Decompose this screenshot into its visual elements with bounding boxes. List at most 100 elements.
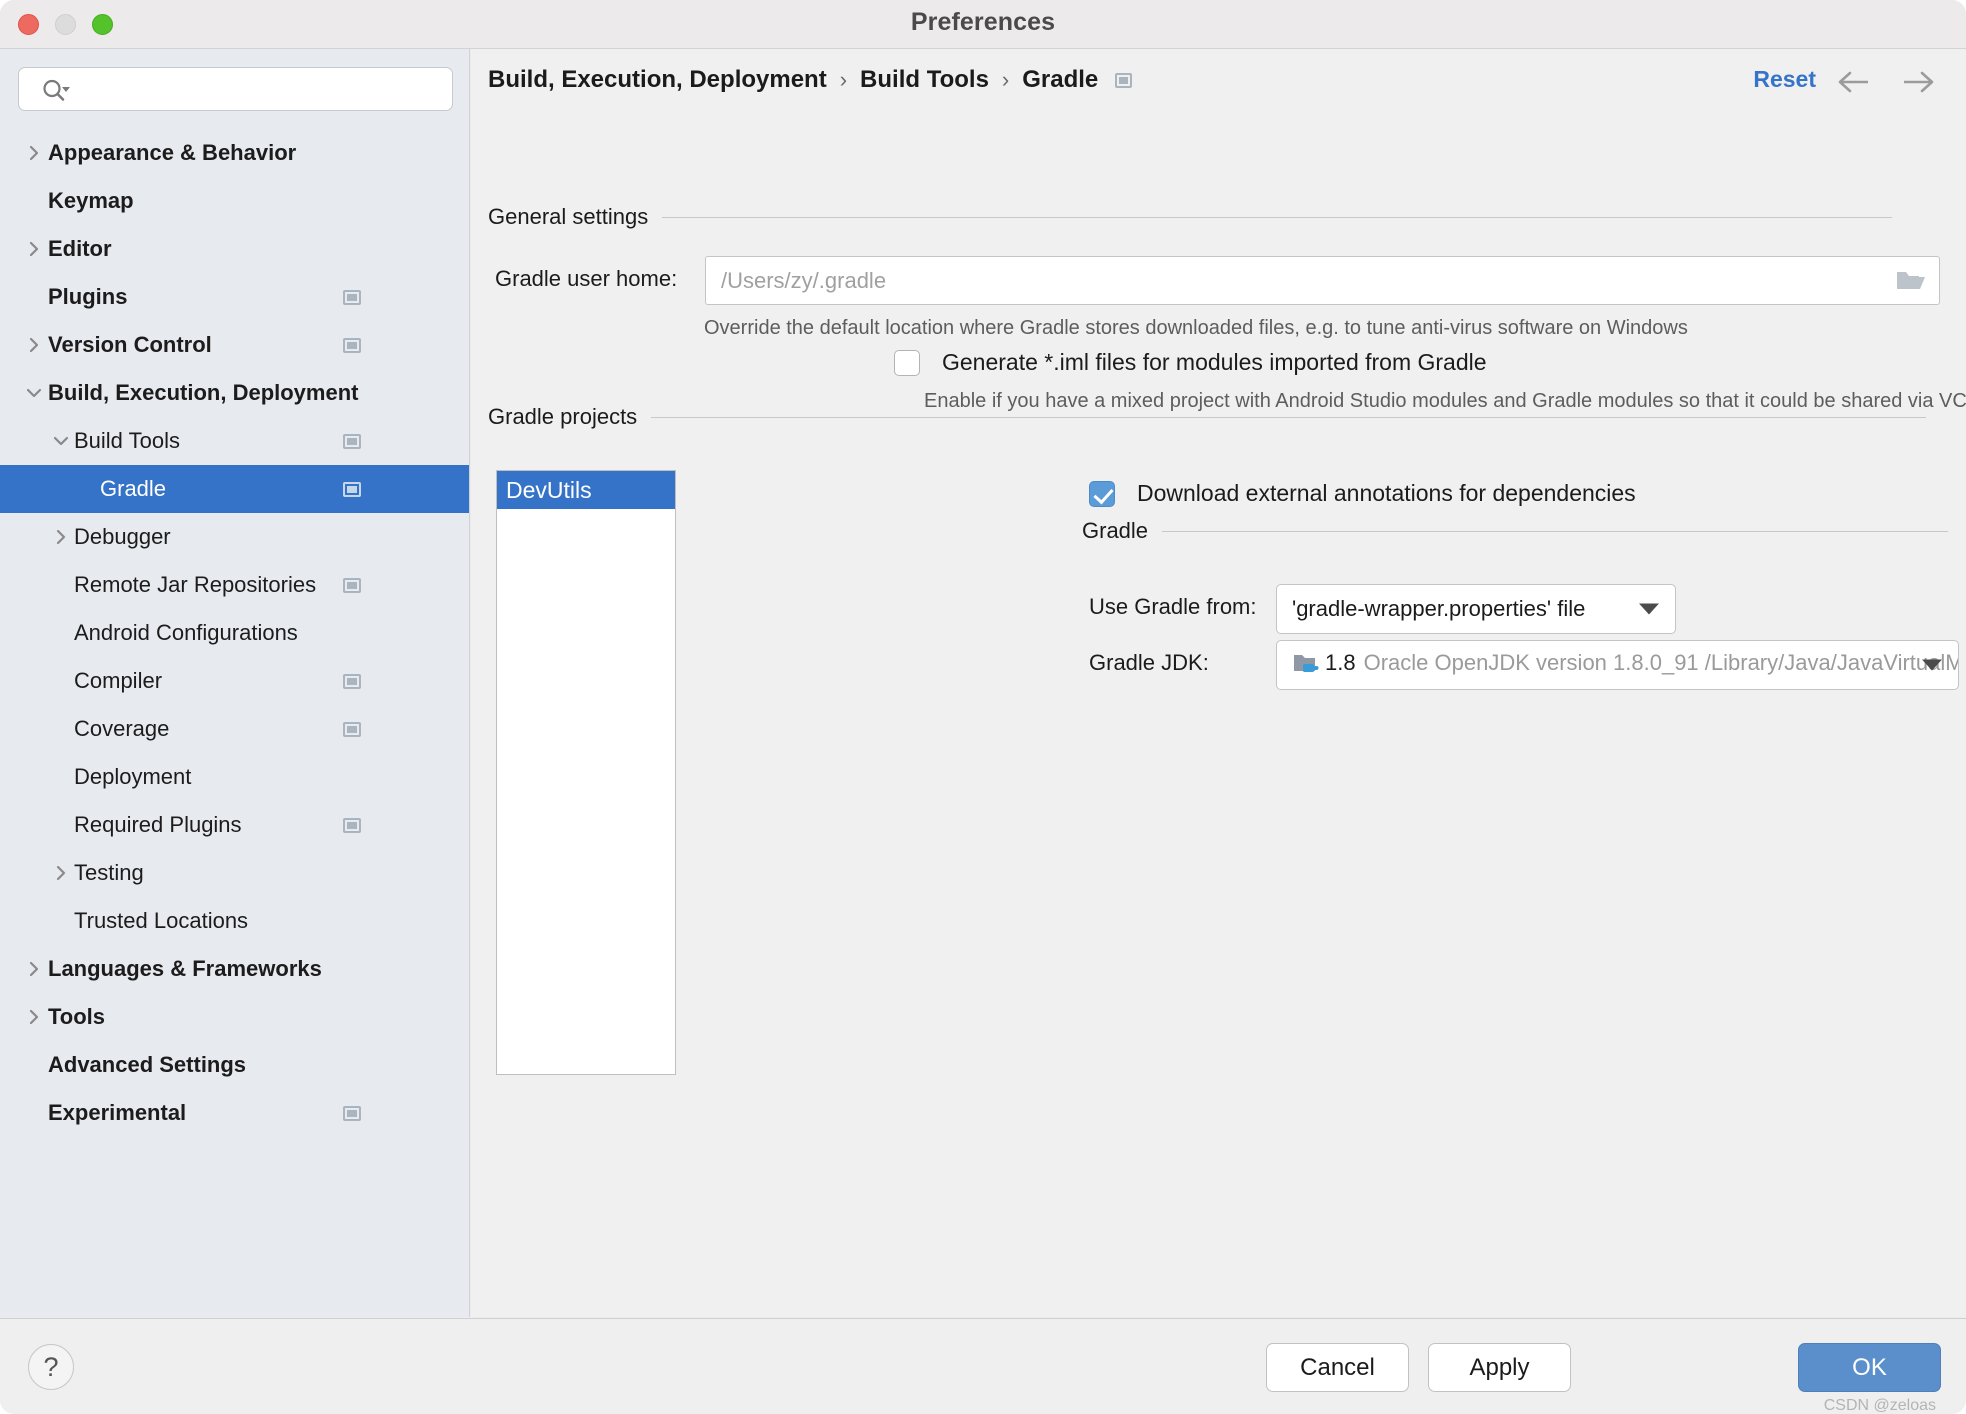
watermark: CSDN @zeloas xyxy=(1823,1397,1936,1414)
gradle-user-home-input[interactable] xyxy=(706,257,1939,304)
gradle-jdk-version: 1.8 xyxy=(1325,649,1356,675)
project-scope-icon xyxy=(343,1106,361,1121)
sidebar-item-testing[interactable]: Testing xyxy=(0,849,469,897)
search-box[interactable] xyxy=(18,67,453,111)
gradle-projects-title: Gradle projects xyxy=(488,404,638,429)
chevron-right-icon[interactable] xyxy=(23,945,45,993)
project-scope-icon xyxy=(343,290,361,305)
use-gradle-from-label: Use Gradle from: xyxy=(1089,594,1257,619)
help-button[interactable]: ? xyxy=(28,1344,74,1390)
sidebar-item-label: Gradle xyxy=(100,476,167,501)
sidebar-item-label: Build Tools xyxy=(74,428,180,453)
sidebar-item-build-tools[interactable]: Build Tools xyxy=(0,417,469,465)
section-divider xyxy=(651,416,1927,418)
sidebar-item-deployment[interactable]: Deployment xyxy=(0,753,469,801)
sidebar-item-advanced-settings[interactable]: Advanced Settings xyxy=(0,1041,469,1089)
download-annotations-checkbox-row[interactable]: Download external annotations for depend… xyxy=(1089,480,1636,507)
search-input[interactable] xyxy=(79,68,439,110)
sidebar-item-gradle[interactable]: Gradle xyxy=(0,465,469,513)
sidebar-item-android-configurations[interactable]: Android Configurations xyxy=(0,609,469,657)
sidebar-item-label: Trusted Locations xyxy=(74,908,249,933)
chevron-down-icon[interactable] xyxy=(23,369,45,417)
sidebar-item-languages-frameworks[interactable]: Languages & Frameworks xyxy=(0,945,469,993)
download-annotations-checkbox[interactable] xyxy=(1089,480,1115,507)
gradle-projects-list[interactable]: DevUtils xyxy=(496,470,676,1075)
breadcrumb: Build, Execution, Deployment › Build Too… xyxy=(471,49,1966,111)
chevron-right-icon[interactable] xyxy=(50,513,72,561)
breadcrumb-item-2[interactable]: Gradle xyxy=(1022,66,1098,94)
sidebar-item-label: Remote Jar Repositories xyxy=(74,572,317,597)
sidebar-item-label: Compiler xyxy=(74,668,163,693)
chevron-right-icon[interactable] xyxy=(23,225,45,273)
chevron-down-icon xyxy=(1922,659,1942,671)
chevron-right-icon[interactable] xyxy=(23,321,45,369)
sidebar-item-label: Testing xyxy=(74,860,144,885)
sidebar-item-compiler[interactable]: Compiler xyxy=(0,657,469,705)
sidebar-item-label: Experimental xyxy=(48,1100,187,1125)
sidebar-item-label: Languages & Frameworks xyxy=(48,956,322,981)
project-scope-icon xyxy=(1115,72,1133,88)
sidebar-item-required-plugins[interactable]: Required Plugins xyxy=(0,801,469,849)
gradle-projects-section-header: Gradle projects xyxy=(488,404,1927,430)
sidebar-item-label: Coverage xyxy=(74,716,170,741)
chevron-right-icon[interactable] xyxy=(23,993,45,1041)
ok-button[interactable]: OK xyxy=(1798,1343,1941,1392)
breadcrumb-item-0[interactable]: Build, Execution, Deployment xyxy=(488,66,827,94)
apply-button[interactable]: Apply xyxy=(1428,1343,1571,1392)
sidebar-item-version-control[interactable]: Version Control xyxy=(0,321,469,369)
reset-link[interactable]: Reset xyxy=(1753,66,1816,93)
gradle-jdk-dropdown[interactable]: 1.8 Oracle OpenJDK version 1.8.0_91 /Libr… xyxy=(1276,640,1959,690)
sidebar-item-label: Debugger xyxy=(74,524,171,549)
sidebar-item-label: Build, Execution, Deployment xyxy=(48,380,359,405)
arrow-left-icon[interactable] xyxy=(1834,69,1874,100)
sidebar-item-keymap[interactable]: Keymap xyxy=(0,177,469,225)
sidebar-item-label: Android Configurations xyxy=(74,620,298,645)
general-settings-section-header: General settings xyxy=(488,204,1948,230)
sidebar-item-plugins[interactable]: Plugins xyxy=(0,273,469,321)
settings-sidebar: Appearance & Behavior Keymap Editor Plugins… xyxy=(0,49,470,1317)
download-annotations-label: Download external annotations for depend… xyxy=(1137,480,1636,506)
sidebar-item-tools[interactable]: Tools xyxy=(0,993,469,1041)
search-field-wrapper xyxy=(18,67,453,111)
generate-iml-checkbox[interactable] xyxy=(894,349,920,376)
chevron-right-icon[interactable] xyxy=(50,849,72,897)
sidebar-item-coverage[interactable]: Coverage xyxy=(0,705,469,753)
chevron-down-icon[interactable] xyxy=(50,417,72,465)
gradle-user-home-input-wrapper[interactable] xyxy=(705,256,1940,305)
sidebar-item-appearance-behavior[interactable]: Appearance & Behavior xyxy=(0,129,469,177)
list-item[interactable]: DevUtils xyxy=(497,471,675,509)
arrow-right-icon[interactable] xyxy=(1898,69,1938,100)
settings-tree: Appearance & Behavior Keymap Editor Plugins… xyxy=(0,129,469,1137)
breadcrumb-separator: › xyxy=(839,67,848,92)
generate-iml-checkbox-row[interactable]: Generate *.iml files for modules importe… xyxy=(894,349,1487,376)
use-gradle-from-value: 'gradle-wrapper.properties' file xyxy=(1292,596,1586,621)
search-icon xyxy=(41,78,71,107)
sidebar-item-label: Required Plugins xyxy=(74,812,242,837)
general-settings-title: General settings xyxy=(488,204,649,229)
breadcrumb-item-1[interactable]: Build Tools xyxy=(860,66,989,94)
sidebar-item-trusted-locations[interactable]: Trusted Locations xyxy=(0,897,469,945)
sidebar-item-label: Deployment xyxy=(74,764,192,789)
chevron-right-icon[interactable] xyxy=(23,129,45,177)
cancel-button[interactable]: Cancel xyxy=(1266,1343,1409,1392)
sidebar-item-build-execution-deployment[interactable]: Build, Execution, Deployment xyxy=(0,369,469,417)
sidebar-item-experimental[interactable]: Experimental xyxy=(0,1089,469,1137)
gradle-jdk-value: 1.8 Oracle OpenJDK version 1.8.0_91 /Libr… xyxy=(1277,650,1958,681)
gradle-user-home-label: Gradle user home: xyxy=(495,266,678,291)
gradle-subsection-header: Gradle xyxy=(1082,518,1949,544)
settings-main-panel: Build, Execution, Deployment › Build Too… xyxy=(471,49,1966,1317)
folder-open-icon[interactable] xyxy=(1894,266,1928,299)
dialog-footer: ? Cancel Apply OK CSDN @zeloas xyxy=(0,1318,1966,1414)
gradle-user-home-hint: Override the default location where Grad… xyxy=(704,317,1688,339)
sidebar-item-editor[interactable]: Editor xyxy=(0,225,469,273)
sidebar-item-label: Version Control xyxy=(48,332,212,357)
breadcrumb-separator: › xyxy=(1001,67,1010,92)
chevron-down-icon xyxy=(1639,603,1659,615)
sidebar-item-label: Appearance & Behavior xyxy=(48,140,297,165)
sidebar-item-remote-jar-repositories[interactable]: Remote Jar Repositories xyxy=(0,561,469,609)
use-gradle-from-dropdown[interactable]: 'gradle-wrapper.properties' file xyxy=(1276,584,1676,634)
sidebar-item-debugger[interactable]: Debugger xyxy=(0,513,469,561)
sidebar-item-label: Plugins xyxy=(48,284,128,309)
section-divider xyxy=(662,216,1893,218)
project-scope-icon xyxy=(343,722,361,737)
